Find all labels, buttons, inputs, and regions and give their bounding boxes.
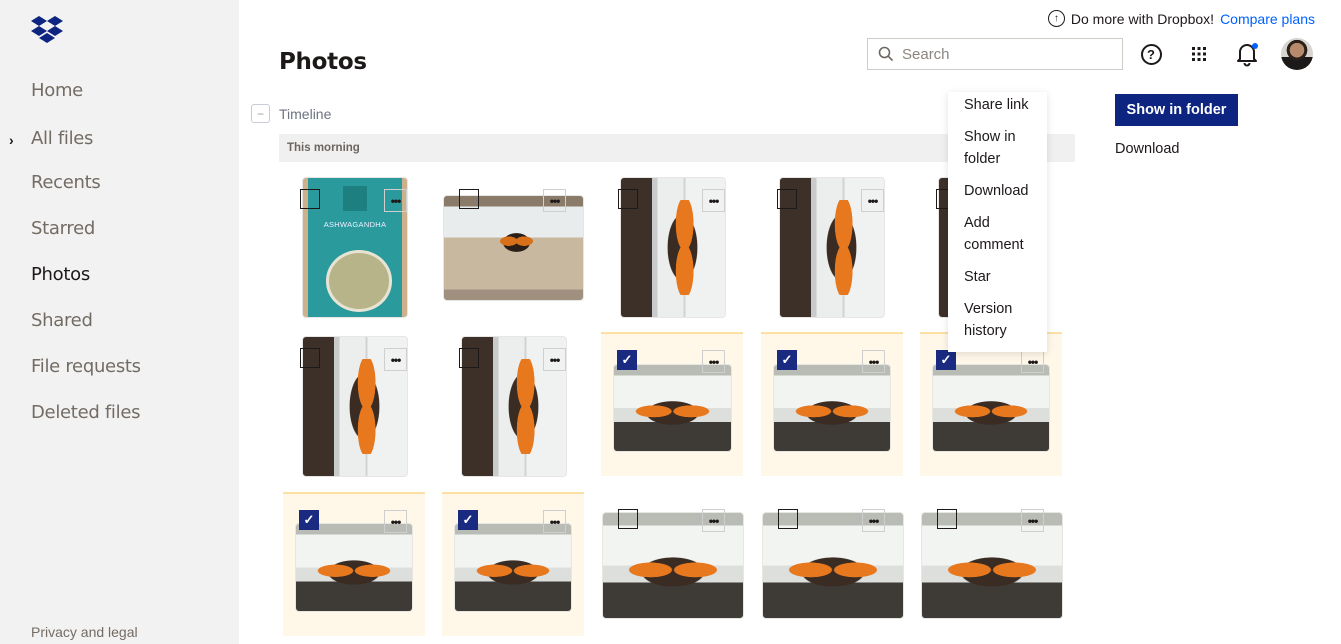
more-options-button[interactable]: ••• bbox=[543, 189, 566, 212]
search-icon bbox=[878, 46, 894, 62]
photo-tile[interactable]: ASHWAGANDHA ••• bbox=[283, 175, 425, 319]
dropbox-logo-icon[interactable] bbox=[31, 16, 63, 44]
product-label: ASHWAGANDHA bbox=[323, 219, 387, 229]
more-options-button[interactable]: ••• bbox=[543, 510, 566, 533]
notifications-button[interactable] bbox=[1233, 40, 1261, 68]
avatar[interactable] bbox=[1281, 38, 1313, 70]
photo-tile[interactable]: ••• bbox=[601, 175, 743, 319]
photo-tile-selected[interactable]: ✓ ••• bbox=[442, 492, 584, 636]
page-title: Photos bbox=[279, 49, 367, 75]
photo-thumbnail[interactable] bbox=[613, 364, 732, 452]
select-checkbox[interactable] bbox=[937, 509, 957, 529]
photo-tile[interactable]: ••• bbox=[283, 334, 425, 478]
menu-item-star[interactable]: Star bbox=[948, 266, 1047, 288]
upgrade-promo: ↑ Do more with Dropbox! Compare plans bbox=[1047, 10, 1315, 27]
menu-item-share-link[interactable]: Share link bbox=[948, 94, 1047, 116]
select-checkbox-checked[interactable]: ✓ bbox=[936, 350, 956, 370]
select-checkbox[interactable] bbox=[300, 348, 320, 368]
timeline-label: Timeline bbox=[279, 106, 332, 122]
more-options-button[interactable]: ••• bbox=[861, 189, 884, 212]
select-checkbox-checked[interactable]: ✓ bbox=[777, 350, 797, 370]
select-checkbox[interactable] bbox=[300, 189, 320, 209]
show-in-folder-button[interactable]: Show in folder bbox=[1115, 94, 1238, 126]
photo-thumbnail[interactable] bbox=[773, 364, 891, 452]
more-options-button[interactable]: ••• bbox=[1021, 509, 1044, 532]
select-checkbox[interactable] bbox=[459, 348, 479, 368]
more-options-button[interactable]: ••• bbox=[384, 348, 407, 371]
search-input[interactable] bbox=[902, 45, 1112, 63]
select-checkbox[interactable] bbox=[778, 509, 798, 529]
arrow-up-circle-icon: ↑ bbox=[1047, 10, 1065, 27]
compare-plans-link[interactable]: Compare plans bbox=[1220, 11, 1315, 27]
download-button[interactable]: Download bbox=[1115, 141, 1180, 157]
photo-thumbnail[interactable] bbox=[932, 364, 1050, 452]
select-checkbox-checked[interactable]: ✓ bbox=[617, 350, 637, 370]
more-options-button[interactable]: ••• bbox=[384, 189, 407, 212]
more-options-button[interactable]: ••• bbox=[702, 189, 725, 212]
photo-tile-selected[interactable]: ✓ ••• bbox=[601, 332, 743, 476]
help-icon: ? bbox=[1140, 43, 1162, 65]
photo-tile-selected[interactable]: ✓ ••• bbox=[283, 492, 425, 636]
photo-tile[interactable]: ••• bbox=[601, 494, 744, 638]
collapse-timeline-button[interactable]: − bbox=[251, 104, 270, 123]
sidebar-item-photos[interactable]: Photos bbox=[31, 264, 90, 285]
select-checkbox[interactable] bbox=[777, 189, 797, 209]
more-options-button[interactable]: ••• bbox=[702, 509, 725, 532]
chevron-right-icon[interactable]: › bbox=[9, 132, 14, 148]
sidebar-item-recents[interactable]: Recents bbox=[31, 172, 101, 193]
more-options-button[interactable]: ••• bbox=[862, 509, 885, 532]
apps-button[interactable] bbox=[1185, 40, 1213, 68]
apps-grid-icon bbox=[1192, 47, 1206, 61]
sidebar-item-starred[interactable]: Starred bbox=[31, 218, 95, 239]
more-options-button[interactable]: ••• bbox=[702, 350, 725, 373]
promo-text: Do more with Dropbox! bbox=[1070, 10, 1215, 27]
more-options-button[interactable]: ••• bbox=[1021, 350, 1044, 373]
photo-tile[interactable]: ••• bbox=[442, 175, 584, 319]
more-options-button[interactable]: ••• bbox=[862, 350, 885, 373]
sidebar-item-shared[interactable]: Shared bbox=[31, 310, 93, 331]
privacy-legal-link[interactable]: Privacy and legal bbox=[31, 624, 138, 640]
photo-thumbnail[interactable] bbox=[454, 523, 572, 612]
sidebar-item-home[interactable]: Home bbox=[31, 80, 83, 101]
menu-item-download[interactable]: Download bbox=[948, 180, 1047, 202]
menu-item-add-comment[interactable]: Add comment bbox=[948, 212, 1047, 256]
help-button[interactable]: ? bbox=[1137, 40, 1165, 68]
sidebar-item-deleted-files[interactable]: Deleted files bbox=[31, 402, 140, 423]
sidebar-item-file-requests[interactable]: File requests bbox=[31, 356, 141, 377]
menu-item-version-history[interactable]: Version history bbox=[948, 298, 1047, 342]
photo-tile-selected[interactable]: ✓ ••• bbox=[920, 332, 1062, 476]
sidebar-item-all-files[interactable]: All files bbox=[31, 128, 93, 149]
select-checkbox-checked[interactable]: ✓ bbox=[299, 510, 319, 530]
photo-tile-selected[interactable]: ✓ ••• bbox=[761, 332, 903, 476]
select-checkbox[interactable] bbox=[618, 189, 638, 209]
search-box[interactable] bbox=[867, 38, 1123, 70]
notification-bell-icon bbox=[1237, 43, 1258, 67]
select-checkbox[interactable] bbox=[618, 509, 638, 529]
context-menu: Share link Show in folder Download Add c… bbox=[948, 92, 1047, 352]
more-options-button[interactable]: ••• bbox=[384, 510, 407, 533]
photo-tile[interactable]: ••• bbox=[442, 334, 584, 478]
more-options-button[interactable]: ••• bbox=[543, 348, 566, 371]
photo-tile[interactable]: ••• bbox=[761, 494, 904, 638]
select-checkbox-checked[interactable]: ✓ bbox=[458, 510, 478, 530]
select-checkbox[interactable] bbox=[459, 189, 479, 209]
sidebar: › Home All files Recents Starred Photos … bbox=[0, 0, 239, 644]
photo-tile[interactable]: ••• bbox=[760, 175, 902, 319]
menu-item-show-in-folder[interactable]: Show in folder bbox=[948, 126, 1047, 170]
notification-dot bbox=[1252, 43, 1258, 49]
photo-thumbnail[interactable] bbox=[295, 523, 413, 612]
photo-tile[interactable]: ••• bbox=[920, 494, 1063, 638]
